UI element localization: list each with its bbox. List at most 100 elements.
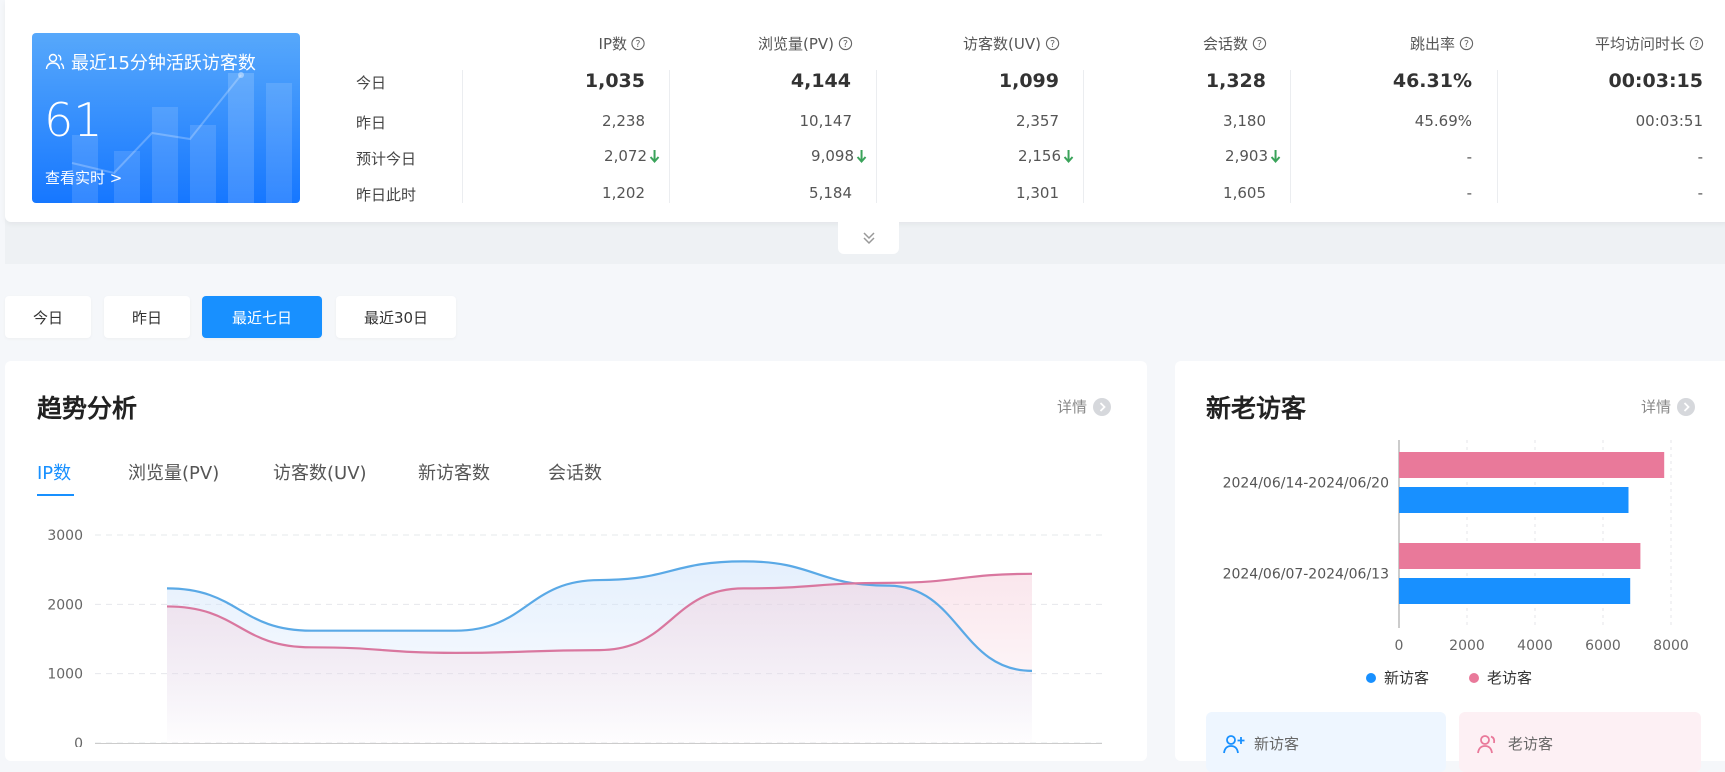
- header-sessions: 会话数?: [1203, 33, 1267, 54]
- double-chevron-down-icon: [862, 232, 875, 245]
- chevron-right-circle-icon: [1677, 397, 1696, 416]
- column-divider: [669, 70, 670, 203]
- stat-value: 2,072: [604, 147, 647, 165]
- help-icon[interactable]: ?: [1252, 36, 1267, 51]
- stat-value: 2,156: [1018, 147, 1061, 165]
- stat-value: 2,903: [1225, 147, 1268, 165]
- stat-value-forecast: 2,903: [1225, 147, 1281, 165]
- visitors-detail-label: 详情: [1641, 398, 1672, 416]
- y-tick-label: 0: [74, 736, 83, 747]
- y-tick-label: 1000: [47, 667, 83, 683]
- legend-dot-new: [1366, 672, 1376, 683]
- legend-old-label: 老访客: [1487, 669, 1533, 687]
- range-30days-button[interactable]: 最近30日: [336, 296, 456, 338]
- stat-value: 45.69%: [1414, 112, 1472, 130]
- legend-new-label: 新访客: [1384, 669, 1430, 687]
- arrow-down-icon: [1063, 150, 1074, 163]
- help-icon[interactable]: ?: [631, 36, 646, 51]
- x-tick-label: 2000: [1449, 638, 1485, 654]
- bar-new-visitor: [1399, 578, 1631, 604]
- tab-sessions[interactable]: 会话数: [548, 459, 602, 485]
- arrow-down-icon: [1270, 150, 1281, 163]
- visitors-detail-link[interactable]: 详情: [1641, 396, 1696, 417]
- stat-value: 2,357: [1016, 112, 1059, 130]
- trend-detail-link[interactable]: 详情: [1057, 396, 1112, 417]
- stat-value: 00:03:51: [1635, 112, 1703, 130]
- live-visitors-card[interactable]: 最近15分钟活跃访客数 61 查看实时 >: [32, 33, 300, 203]
- header-bounce-label: 跳出率: [1409, 35, 1455, 53]
- live-title-text: 最近15分钟活跃访客数: [71, 53, 256, 74]
- bar-new-visitor: [1399, 487, 1629, 513]
- arrow-down-icon: [649, 150, 660, 163]
- view-realtime-link[interactable]: 查看实时 >: [45, 167, 122, 188]
- header-avg-duration: 平均访问时长?: [1595, 33, 1704, 54]
- trend-chart: 0 1000 2000 3000: [47, 528, 1102, 747]
- stat-value: 1,099: [998, 70, 1059, 92]
- stat-value: -: [1466, 148, 1472, 166]
- new-visitor-card-label: 新访客: [1222, 733, 1299, 754]
- stat-value: -: [1466, 184, 1472, 202]
- stat-value: 1,301: [1016, 184, 1059, 202]
- new-visitor-card-text: 新访客: [1254, 735, 1300, 753]
- header-uv: 访客数(UV)?: [963, 33, 1060, 54]
- row-label-forecast: 预计今日: [356, 150, 417, 168]
- tab-pv[interactable]: 浏览量(PV): [128, 459, 219, 485]
- trend-title: 趋势分析: [37, 394, 138, 423]
- tab-uv[interactable]: 访客数(UV): [273, 459, 367, 485]
- tab-ip[interactable]: IP数: [37, 459, 71, 485]
- chevron-right-circle-icon: [1093, 397, 1112, 416]
- arrow-down-icon: [856, 150, 867, 163]
- svg-text:?: ?: [1694, 39, 1699, 50]
- category-label: 2024/06/07-2024/06/13: [1223, 567, 1389, 583]
- trend-detail-label: 详情: [1057, 398, 1088, 416]
- live-title: 最近15分钟活跃访客数: [45, 49, 256, 75]
- x-tick-label: 8000: [1653, 638, 1689, 654]
- stat-value: -: [1697, 184, 1703, 202]
- stat-value: 46.31%: [1392, 70, 1472, 92]
- header-sessions-label: 会话数: [1202, 35, 1248, 53]
- visitor-chart: 0 2000 4000 6000 8000 2024/06/14-2024/06/20 20…: [1223, 440, 1689, 654]
- help-icon[interactable]: ?: [1459, 36, 1474, 51]
- range-yesterday-button[interactable]: 昨日: [104, 296, 190, 338]
- stat-value-forecast: 2,156: [1018, 147, 1074, 165]
- help-icon[interactable]: ?: [1045, 36, 1060, 51]
- stat-value: 10,147: [799, 112, 853, 130]
- add-user-icon: [1223, 734, 1245, 753]
- svg-text:?: ?: [636, 39, 641, 50]
- help-icon[interactable]: ?: [838, 36, 853, 51]
- y-tick-label: 3000: [47, 528, 83, 544]
- visitors-title: 新老访客: [1206, 394, 1307, 423]
- legend-new-visitor[interactable]: 新访客: [1366, 667, 1429, 688]
- stat-value: 1,202: [602, 184, 645, 202]
- legend-dot-old: [1469, 672, 1479, 683]
- header-ip: IP数?: [599, 33, 646, 54]
- help-icon[interactable]: ?: [1689, 36, 1704, 51]
- stat-value: 3,180: [1223, 112, 1266, 130]
- stat-value-forecast: 2,072: [604, 147, 660, 165]
- range-today-button[interactable]: 今日: [5, 296, 91, 338]
- row-label-yesterday-now: 昨日此时: [356, 186, 417, 204]
- x-tick-label: 0: [1395, 638, 1404, 654]
- old-visitor-card-label: 老访客: [1476, 733, 1553, 754]
- old-visitor-card-text: 老访客: [1508, 735, 1554, 753]
- legend-old-visitor[interactable]: 老访客: [1469, 667, 1532, 688]
- users-icon: [45, 53, 65, 70]
- svg-text:?: ?: [843, 39, 848, 50]
- header-pv-label: 浏览量(PV): [757, 35, 834, 53]
- category-label: 2024/06/14-2024/06/20: [1223, 476, 1389, 492]
- y-tick-label: 2000: [47, 597, 83, 613]
- x-tick-label: 4000: [1517, 638, 1553, 654]
- range-7days-button[interactable]: 最近七日: [202, 296, 322, 338]
- stat-value: 00:03:15: [1608, 70, 1703, 92]
- bar-old-visitor: [1399, 452, 1665, 478]
- header-pv: 浏览量(PV)?: [758, 33, 853, 54]
- header-bounce: 跳出率?: [1410, 33, 1474, 54]
- stat-value: 1,328: [1205, 70, 1266, 92]
- stat-value: 1,035: [584, 70, 645, 92]
- row-label-yesterday: 昨日: [356, 114, 387, 132]
- users-icon: [1477, 734, 1496, 753]
- row-label-today: 今日: [356, 74, 387, 92]
- tab-new-visitors[interactable]: 新访客数: [418, 459, 490, 485]
- expand-stats-button[interactable]: [838, 222, 899, 254]
- bar-old-visitor: [1399, 543, 1641, 569]
